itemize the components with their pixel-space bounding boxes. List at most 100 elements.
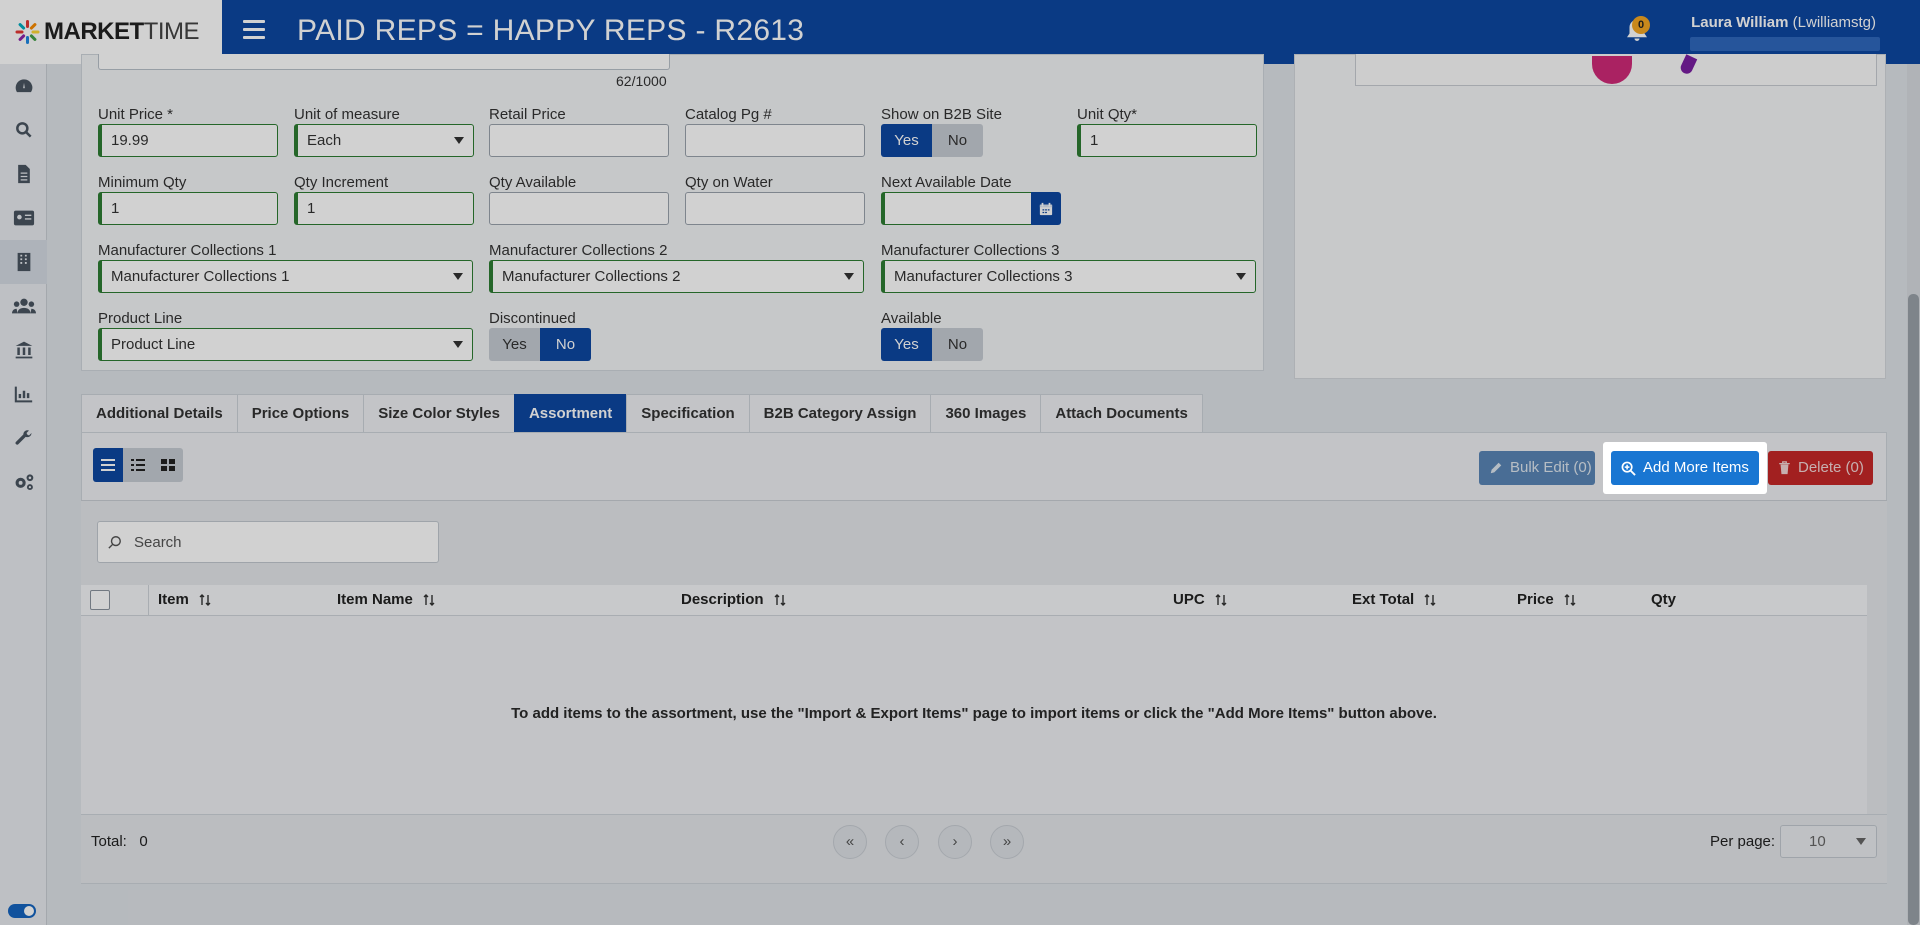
mfr-collections-1-label: Manufacturer Collections 1 (98, 242, 277, 259)
bulk-edit-button[interactable]: Bulk Edit (0) (1479, 451, 1595, 485)
user-menu[interactable]: Laura William (Lwilliamstg) (1691, 14, 1876, 31)
wrench-icon[interactable] (0, 416, 47, 460)
retail-price-label: Retail Price (489, 106, 566, 123)
grid-view-button[interactable] (153, 448, 183, 482)
mfr-collections-3-select[interactable]: Manufacturer Collections 3 (881, 260, 1256, 293)
minimum-qty-input[interactable]: 1 (98, 192, 278, 225)
mfr-collections-2-label: Manufacturer Collections 2 (489, 242, 668, 259)
available-no[interactable]: No (932, 328, 983, 361)
prev-page-button[interactable]: ‹ (885, 825, 919, 859)
page-scrollbar-thumb[interactable] (1908, 294, 1919, 925)
building-icon[interactable] (0, 240, 47, 284)
column-description[interactable]: Description (681, 591, 786, 608)
show-on-b2b-yes[interactable]: Yes (881, 124, 932, 157)
qty-on-water-label: Qty on Water (685, 174, 773, 191)
unit-qty-label: Unit Qty* (1077, 106, 1138, 123)
tab-size-color-styles[interactable]: Size Color Styles (363, 394, 515, 432)
left-sidebar (0, 64, 47, 925)
zoom-plus-icon (1621, 461, 1636, 476)
qty-available-label: Qty Available (489, 174, 577, 191)
sort-icon (423, 593, 435, 606)
discontinued-no[interactable]: No (540, 328, 591, 361)
search-input[interactable]: Search (97, 521, 439, 563)
search-icon[interactable] (0, 108, 47, 152)
column-item-name[interactable]: Item Name (337, 591, 435, 608)
qty-increment-label: Qty Increment (294, 174, 389, 191)
show-on-b2b-no[interactable]: No (932, 124, 983, 157)
column-qty[interactable]: Qty (1651, 591, 1676, 608)
column-divider (148, 585, 149, 616)
contact-card-icon[interactable] (0, 196, 47, 240)
retail-price-input[interactable] (489, 124, 669, 157)
list-icon (101, 459, 115, 471)
document-icon[interactable] (0, 152, 47, 196)
next-page-button[interactable]: › (938, 825, 972, 859)
sort-icon (1424, 593, 1436, 606)
list-view-button[interactable] (93, 448, 123, 482)
tab-assortment[interactable]: Assortment (513, 394, 628, 432)
mfr-collections-3-label: Manufacturer Collections 3 (881, 242, 1060, 259)
delete-button[interactable]: Delete (0) (1768, 451, 1873, 485)
tab-b2b-category-assign[interactable]: B2B Category Assign (748, 394, 932, 432)
notification-badge: 0 (1632, 16, 1650, 34)
unit-price-label: Unit Price * (98, 106, 174, 123)
detail-view-button[interactable] (123, 448, 153, 482)
bank-icon[interactable] (0, 328, 47, 372)
calendar-icon (1039, 202, 1053, 215)
available-yes[interactable]: Yes (881, 328, 932, 361)
tab-price-options[interactable]: Price Options (236, 394, 365, 432)
sidebar-toggle-switch[interactable] (8, 904, 36, 918)
tab-additional-details[interactable]: Additional Details (81, 394, 238, 432)
discontinued-yes[interactable]: Yes (489, 328, 540, 361)
tab-360-images[interactable]: 360 Images (930, 394, 1042, 432)
mfr-collections-2-select[interactable]: Manufacturer Collections 2 (489, 260, 864, 293)
detail-list-icon (131, 459, 145, 471)
minimum-qty-label: Minimum Qty (98, 174, 187, 191)
dashboard-icon[interactable] (0, 64, 47, 108)
qty-on-water-input[interactable] (685, 192, 865, 225)
last-page-button[interactable]: » (990, 825, 1024, 859)
sort-icon (1564, 593, 1576, 606)
users-icon[interactable] (0, 284, 47, 328)
total-count: Total: 0 (91, 833, 148, 850)
first-page-button[interactable]: « (833, 825, 867, 859)
qty-available-input[interactable] (489, 192, 669, 225)
qty-increment-input[interactable]: 1 (294, 192, 474, 225)
user-subtitle-redacted (1690, 37, 1880, 51)
page-title: PAID REPS = HAPPY REPS - R2613 (297, 14, 805, 47)
hamburger-menu-icon[interactable] (243, 20, 265, 42)
show-on-b2b-toggle: Yes No (881, 124, 983, 157)
chart-icon[interactable] (0, 372, 47, 416)
view-mode-toggle (93, 448, 183, 482)
grid-icon (161, 459, 175, 471)
tab-specification[interactable]: Specification (626, 394, 750, 432)
tab-attach-documents[interactable]: Attach Documents (1040, 394, 1203, 432)
product-line-select[interactable]: Product Line (98, 328, 473, 361)
unit-price-input[interactable]: 19.99 (98, 124, 278, 157)
sort-icon (199, 593, 211, 606)
select-all-checkbox[interactable] (90, 590, 110, 610)
catalog-pg-label: Catalog Pg # (685, 106, 772, 123)
calendar-button[interactable] (1031, 192, 1061, 225)
gears-icon[interactable] (0, 460, 47, 504)
column-price[interactable]: Price (1517, 591, 1576, 608)
available-label: Available (881, 310, 942, 327)
mfr-collections-1-select[interactable]: Manufacturer Collections 1 (98, 260, 473, 293)
next-available-date-input[interactable] (881, 192, 1033, 225)
column-ext-total[interactable]: Ext Total (1352, 591, 1436, 608)
trash-icon (1779, 461, 1790, 475)
description-textarea[interactable] (98, 54, 670, 70)
catalog-pg-input[interactable] (685, 124, 865, 157)
column-item[interactable]: Item (158, 591, 211, 608)
unit-of-measure-select[interactable]: Each (294, 124, 474, 157)
grid-footer (81, 814, 1887, 869)
logo-text: MARKETTIME (44, 18, 199, 45)
discontinued-toggle: Yes No (489, 328, 591, 361)
available-toggle: Yes No (881, 328, 983, 361)
add-more-items-button[interactable]: Add More Items (1611, 451, 1759, 485)
column-upc[interactable]: UPC (1173, 591, 1227, 608)
unit-qty-input[interactable]: 1 (1077, 124, 1257, 157)
search-icon (108, 536, 121, 549)
per-page-select[interactable]: 10 (1780, 825, 1877, 858)
product-line-label: Product Line (98, 310, 183, 327)
